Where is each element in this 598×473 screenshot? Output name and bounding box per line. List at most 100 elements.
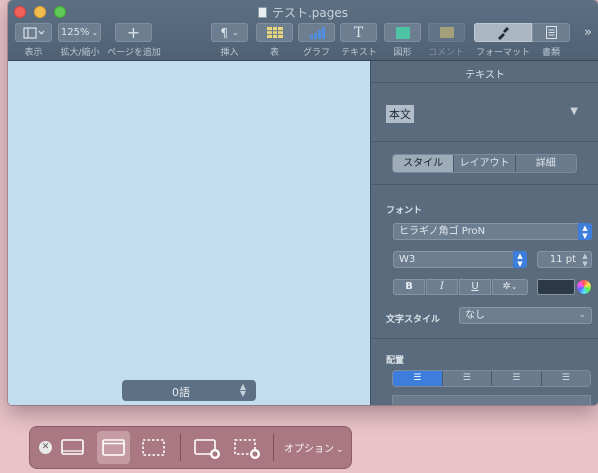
font-size-value: 11 pt [549, 254, 576, 265]
table-icon [266, 27, 283, 38]
text-label: テキスト [341, 48, 377, 58]
zoom-value: 125% [60, 27, 90, 38]
font-family-select[interactable]: ヒラギノ角ゴ ProN ▲ ▼ [393, 223, 592, 240]
chevron-down-icon: ⌄ [336, 445, 344, 455]
triangle-down-icon[interactable]: ▼ [570, 106, 578, 117]
shape-icon [395, 26, 410, 39]
format-button[interactable] [474, 23, 532, 42]
capture-selection-button[interactable] [137, 431, 170, 464]
subtab-style[interactable]: スタイル [393, 155, 455, 172]
window-title: テスト.pages [8, 4, 598, 21]
shape-button[interactable] [384, 23, 421, 42]
text-options-button[interactable]: ✲⌄ [492, 279, 528, 295]
word-count-text: 0語 [172, 386, 190, 399]
capture-window-button[interactable] [97, 431, 130, 464]
insert-label: 挿入 [220, 48, 239, 58]
zoom-label: 拡大/縮小 [60, 48, 100, 58]
divider [273, 434, 274, 461]
subtab-layout[interactable]: レイアウト [454, 155, 516, 172]
text-color-well[interactable] [537, 279, 575, 295]
comment-button[interactable] [428, 23, 465, 42]
format-inspector: テキスト 本文 ▼ スタイル レイアウト 詳細 フォント ヒラギノ角ゴ ProN… [370, 61, 598, 405]
text-button[interactable]: T [340, 23, 377, 42]
word-count-control[interactable]: 0語 ▲ ▼ [122, 380, 256, 401]
format-label: フォーマット [475, 48, 530, 58]
divider [371, 338, 598, 339]
window-icon [102, 439, 125, 456]
toolbar-overflow-icon[interactable]: » [584, 25, 592, 40]
chevron-down-icon: ⌄ [510, 282, 518, 291]
table-label: 表 [269, 48, 279, 58]
up-down-chevron-icon: ▲ ▼ [239, 382, 246, 398]
align-left-icon[interactable]: ☰ [393, 371, 443, 386]
font-weight-select[interactable]: W3 ▲ ▼ [393, 251, 527, 268]
inspector-tab-text[interactable]: テキスト [371, 61, 598, 83]
gear-icon: ✲ [502, 281, 511, 292]
font-weight-value: W3 [399, 254, 416, 265]
text-box-icon: T [353, 24, 364, 41]
zoom-select[interactable]: 125% ⌄ [58, 23, 101, 42]
bold-button[interactable]: B [393, 279, 425, 295]
chart-button[interactable] [298, 23, 335, 42]
view-button[interactable] [15, 23, 52, 42]
chevron-down-icon: ⌄ [578, 310, 586, 320]
document-canvas[interactable]: 0語 ▲ ▼ [8, 61, 370, 405]
record-selection-button[interactable] [230, 431, 263, 464]
chart-icon [309, 26, 325, 39]
document-button[interactable] [532, 23, 570, 42]
subtab-more[interactable]: 詳細 [515, 155, 576, 172]
document-icon [257, 7, 267, 18]
character-style-value: なし [465, 310, 485, 321]
window-title-text: テスト.pages [271, 6, 349, 20]
divider [371, 184, 598, 185]
options-label: オプション [284, 444, 334, 455]
alignment-control: ☰ ☰ ☰ ☰ [393, 371, 590, 386]
close-icon[interactable]: ✕ [39, 441, 52, 454]
document-label: 書類 [541, 48, 560, 58]
indent-control[interactable] [393, 396, 590, 405]
pages-window: テスト.pages 表示 125% ⌄ 拡大/縮小 + ページを追加 ¶ ⌄ 挿… [8, 0, 598, 405]
color-wheel-icon[interactable] [577, 280, 591, 294]
font-size-field[interactable]: 11 pt ▲ ▼ [537, 251, 592, 268]
comment-label: コメント [427, 48, 464, 58]
inspector-subtabs: スタイル レイアウト 詳細 [393, 155, 576, 172]
pilcrow-icon: ¶ [220, 25, 228, 40]
toolbar: テスト.pages 表示 125% ⌄ 拡大/縮小 + ページを追加 ¶ ⌄ 挿… [8, 0, 598, 61]
italic-button[interactable]: I [426, 279, 458, 295]
record-selection-icon [234, 439, 260, 459]
comment-icon [439, 27, 454, 38]
up-down-chevron-icon: ▲ ▼ [513, 251, 527, 268]
align-justify-icon[interactable]: ☰ [541, 371, 590, 386]
shape-label: 図形 [393, 48, 412, 58]
record-screen-icon [194, 439, 220, 459]
view-label: 表示 [24, 48, 43, 58]
character-style-select[interactable]: なし ⌄ [459, 307, 592, 324]
document-lines-icon [545, 26, 557, 39]
sidebar-view-icon [22, 26, 44, 39]
options-button[interactable]: オプション ⌄ [284, 440, 344, 455]
table-button[interactable] [256, 23, 293, 42]
add-page-button[interactable]: + [115, 23, 152, 42]
font-section-title: フォント [386, 206, 423, 216]
selection-icon [142, 439, 165, 456]
font-family-value: ヒラギノ角ゴ ProN [399, 226, 486, 237]
insert-button[interactable]: ¶ ⌄ [211, 23, 248, 42]
chevron-down-icon: ⌄ [231, 28, 239, 37]
chart-label: グラフ [302, 48, 330, 58]
up-down-chevron-icon: ▲ ▼ [582, 252, 588, 268]
capture-entire-screen-button[interactable] [56, 431, 89, 464]
screen-icon [61, 439, 84, 455]
add-page-label: ページを追加 [107, 48, 161, 58]
alignment-section-title: 配置 [386, 356, 405, 366]
screenshot-toolbar: ✕ オプション ⌄ [30, 427, 351, 468]
divider [371, 141, 598, 142]
character-style-label: 文字スタイル [386, 315, 441, 325]
record-screen-button[interactable] [190, 431, 223, 464]
align-right-icon[interactable]: ☰ [492, 371, 542, 386]
up-down-chevron-icon: ▲ ▼ [578, 223, 592, 240]
plus-icon: + [126, 22, 141, 42]
underline-button[interactable]: U [459, 279, 491, 295]
paragraph-style-name[interactable]: 本文 [386, 105, 414, 123]
divider [180, 434, 181, 461]
align-center-icon[interactable]: ☰ [442, 371, 492, 386]
